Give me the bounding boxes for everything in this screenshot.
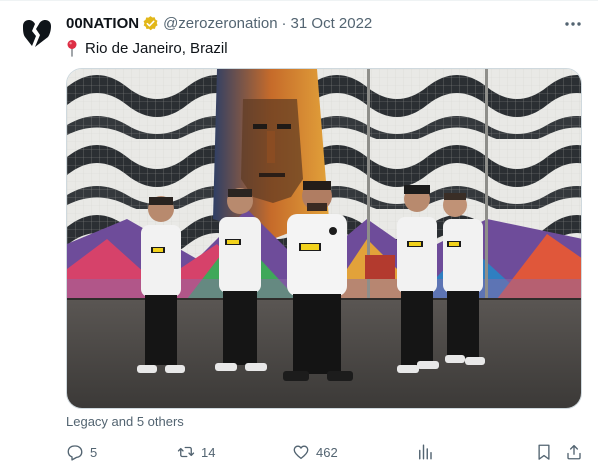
team-photo-image <box>67 69 581 408</box>
share-icon <box>567 444 581 460</box>
more-horizontal-icon <box>565 22 581 26</box>
bookmark-button[interactable] <box>535 441 559 463</box>
tweet[interactable]: 00NATION @zerozeronation · 31 Oct 2022 R… <box>0 0 598 469</box>
pushpin-icon <box>67 40 77 57</box>
tweet-photo[interactable] <box>66 68 582 409</box>
like-button[interactable]: 462 <box>292 441 338 463</box>
share-button[interactable] <box>565 441 589 463</box>
verified-badge-icon[interactable] <box>142 15 159 32</box>
retweet-count: 14 <box>201 444 216 460</box>
heart-icon <box>293 445 309 460</box>
author-handle[interactable]: @zerozeronation <box>163 15 277 32</box>
analytics-icon <box>419 444 432 460</box>
reply-count: 5 <box>90 444 98 460</box>
views-button[interactable] <box>416 441 440 463</box>
bookmark-icon <box>538 444 550 460</box>
author-name[interactable]: 00NATION <box>66 15 139 32</box>
reply-icon <box>67 445 83 461</box>
tweet-date[interactable]: 31 Oct 2022 <box>291 15 373 32</box>
more-button[interactable] <box>563 14 583 34</box>
retweet-button[interactable]: 14 <box>177 441 215 463</box>
reply-button[interactable]: 5 <box>66 441 97 463</box>
liked-by-text[interactable]: Legacy and 5 others <box>66 414 184 429</box>
broken-heart-logo-icon <box>23 20 51 47</box>
action-bar: 5 14 462 <box>66 441 582 463</box>
tweet-text: Rio de Janeiro, Brazil <box>66 37 228 59</box>
tweet-header: 00NATION @zerozeronation · 31 Oct 2022 <box>66 13 372 33</box>
separator-dot: · <box>281 14 287 32</box>
location-text: Rio de Janeiro, Brazil <box>85 39 228 57</box>
like-count: 462 <box>316 444 338 460</box>
avatar[interactable] <box>20 17 54 51</box>
retweet-icon <box>177 446 195 458</box>
